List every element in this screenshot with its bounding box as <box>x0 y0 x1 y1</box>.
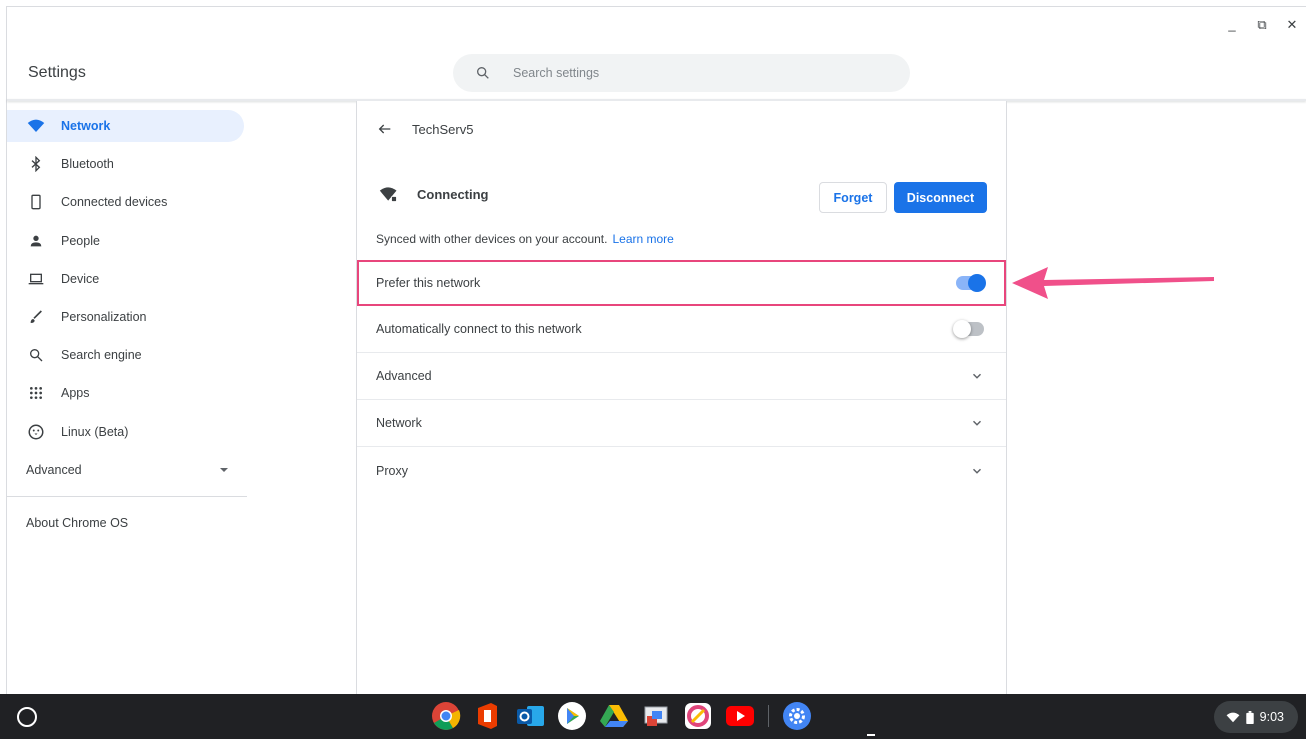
bluetooth-icon <box>27 155 45 173</box>
sidebar-item-label: Personalization <box>61 309 147 324</box>
settings-window: _ ⧉ ✕ Settings Network Bluetooth Connect… <box>6 6 1306 695</box>
forget-button[interactable]: Forget <box>819 182 887 213</box>
search-input[interactable] <box>513 66 873 80</box>
apps-grid-icon <box>27 384 45 402</box>
chevron-down-icon[interactable] <box>970 416 984 430</box>
brush-icon <box>27 308 45 326</box>
proxy-section-row[interactable]: Proxy <box>357 447 1006 494</box>
sidebar-divider <box>7 495 247 497</box>
sidebar-item-search-engine[interactable]: Search engine <box>7 339 244 371</box>
search-icon <box>27 346 45 364</box>
connection-status: Connecting <box>417 186 489 202</box>
auto-connect-label: Automatically connect to this network <box>376 322 582 336</box>
annotation-arrow <box>1012 267 1214 299</box>
remote-desktop-icon[interactable] <box>640 700 672 732</box>
sidebar-item-about[interactable]: About Chrome OS <box>7 516 247 530</box>
play-store-icon[interactable] <box>556 700 588 732</box>
back-arrow-icon[interactable] <box>377 121 393 137</box>
wifi-icon <box>1226 712 1240 723</box>
launcher-button[interactable] <box>17 707 37 727</box>
sidebar: Network Bluetooth Connected devices Peop… <box>7 110 247 530</box>
youtube-icon[interactable] <box>724 700 756 732</box>
wifi-secured-icon <box>379 187 397 202</box>
sidebar-advanced-label: Advanced <box>26 462 82 477</box>
search-bar[interactable] <box>453 54 910 92</box>
window-controls: _ ⧉ ✕ <box>1224 17 1300 33</box>
settings-icon[interactable] <box>781 700 813 732</box>
sidebar-item-network[interactable]: Network <box>7 110 244 142</box>
wifi-icon <box>27 117 45 135</box>
shelf: 9:03 <box>0 694 1306 739</box>
chrome-icon[interactable] <box>430 700 462 732</box>
subpage-header: TechServ5 <box>357 101 1006 157</box>
prefer-network-label: Prefer this network <box>376 276 481 290</box>
sidebar-item-device[interactable]: Device <box>7 263 244 295</box>
restore-button[interactable]: ⧉ <box>1254 17 1270 33</box>
active-app-indicator <box>867 734 875 736</box>
network-detail-panel: TechServ5 Connecting Forget Disconnect S… <box>356 101 1007 695</box>
sidebar-item-connected-devices[interactable]: Connected devices <box>7 186 244 218</box>
sidebar-item-linux[interactable]: Linux (Beta) <box>7 416 244 448</box>
sidebar-item-label: People <box>61 233 100 248</box>
disconnect-button[interactable]: Disconnect <box>894 182 987 213</box>
chevron-down-icon[interactable] <box>970 369 984 383</box>
status-tray[interactable]: 9:03 <box>1214 701 1298 733</box>
auto-connect-toggle[interactable] <box>953 320 984 338</box>
advanced-section-row[interactable]: Advanced <box>357 353 1006 400</box>
sidebar-item-label: Apps <box>61 386 90 401</box>
network-name: TechServ5 <box>412 121 474 137</box>
search-icon <box>477 67 489 79</box>
canvas-icon[interactable] <box>682 700 714 732</box>
network-section-label: Network <box>376 416 422 430</box>
prefer-network-row[interactable]: Prefer this network <box>357 260 1006 306</box>
phone-icon <box>27 193 45 211</box>
auto-connect-row[interactable]: Automatically connect to this network <box>357 306 1006 353</box>
synced-text: Synced with other devices on your accoun… <box>376 232 608 246</box>
shelf-separator <box>768 705 769 727</box>
sidebar-item-apps[interactable]: Apps <box>7 377 244 409</box>
sidebar-item-bluetooth[interactable]: Bluetooth <box>7 148 244 180</box>
person-icon <box>27 232 45 250</box>
minimize-button[interactable]: _ <box>1224 17 1240 33</box>
office-icon[interactable] <box>472 700 504 732</box>
toggle-knob <box>953 320 971 338</box>
caret-down-icon <box>220 467 228 472</box>
sidebar-item-personalization[interactable]: Personalization <box>7 301 244 333</box>
proxy-section-label: Proxy <box>376 463 408 478</box>
sidebar-item-label: Bluetooth <box>61 157 114 172</box>
sidebar-item-label: Linux (Beta) <box>61 424 129 439</box>
sidebar-item-label: Device <box>61 271 100 286</box>
drive-icon[interactable] <box>598 700 630 732</box>
sidebar-item-people[interactable]: People <box>7 225 244 257</box>
sidebar-item-label: Search engine <box>61 348 142 363</box>
sidebar-advanced-toggle[interactable]: Advanced <box>7 454 247 486</box>
network-section-row[interactable]: Network <box>357 400 1006 447</box>
penguin-icon <box>27 423 45 441</box>
sidebar-item-label: Connected devices <box>61 195 168 210</box>
sidebar-item-label: Network <box>61 119 111 133</box>
clock-time: 9:03 <box>1259 710 1284 724</box>
prefer-network-toggle[interactable] <box>956 274 986 292</box>
battery-icon <box>1245 710 1254 724</box>
toggle-knob <box>968 274 986 292</box>
shelf-apps <box>430 700 813 732</box>
outlook-icon[interactable] <box>514 700 546 732</box>
connection-status-row: Connecting Forget Disconnect <box>357 157 1006 231</box>
advanced-section-label: Advanced <box>376 369 432 383</box>
chevron-down-icon[interactable] <box>970 464 984 478</box>
close-button[interactable]: ✕ <box>1284 17 1300 33</box>
learn-more-link[interactable]: Learn more <box>612 232 673 246</box>
app-title: Settings <box>28 64 86 81</box>
laptop-icon <box>27 270 45 288</box>
